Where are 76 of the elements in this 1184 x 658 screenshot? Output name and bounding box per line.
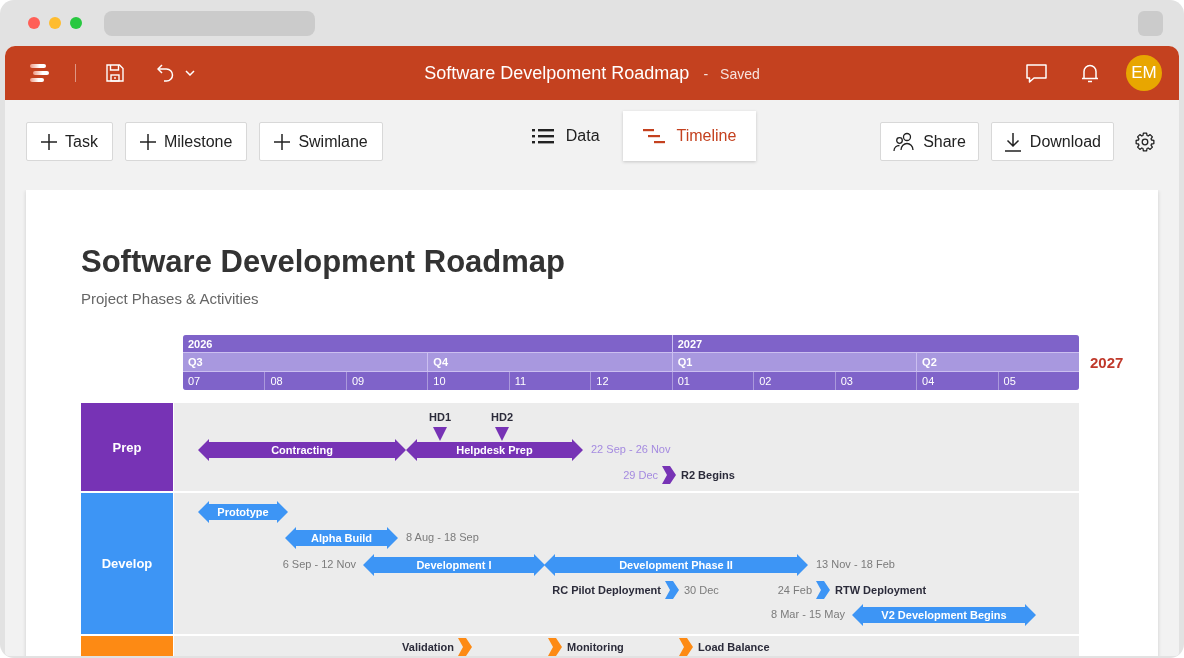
settings-icon[interactable] (1135, 131, 1155, 152)
view-tab[interactable]: Timeline (622, 111, 757, 161)
chevron-icon (458, 638, 472, 656)
date-label: 22 Sep - 26 Nov (591, 443, 671, 456)
triangle-icon (433, 427, 447, 441)
add-button[interactable]: Milestone (124, 122, 248, 161)
bell-icon[interactable] (1081, 63, 1099, 83)
logo-icon[interactable] (30, 64, 49, 82)
date-label: 6 Sep - 12 Nov (282, 558, 356, 571)
date-label: 8 Mar - 15 May (771, 608, 845, 621)
swimlane-header: Develop (81, 493, 173, 634)
timeline-month: 08 (264, 372, 346, 390)
year-label: 2027 (1090, 354, 1124, 371)
timeline-year: 2026 (183, 335, 672, 352)
timeline-month: 09 (345, 372, 428, 390)
date-label: 29 Dec (623, 468, 658, 482)
chevron-icon (816, 581, 830, 599)
task-bar: Alpha Build (285, 527, 398, 549)
timeline-year: 2027 (671, 335, 1079, 352)
title-separator: - (703, 65, 709, 82)
add-button[interactable]: Task (26, 122, 113, 161)
task-bar: V2 Development Begins (852, 604, 1036, 626)
caret-icon[interactable] (185, 70, 195, 76)
download-button[interactable]: Download (990, 122, 1114, 161)
timeline-month: 03 (834, 372, 917, 390)
timeline-month: 07 (183, 372, 265, 390)
people-icon (893, 131, 916, 152)
chevron-icon (679, 638, 693, 656)
date-label: 30 Dec (684, 583, 719, 597)
save-icon[interactable] (106, 64, 124, 82)
list-icon (531, 128, 554, 144)
timeline-month: 05 (997, 372, 1079, 390)
milestone-label: R2 Begins (681, 468, 735, 482)
timeline-quarter: Q1 (671, 353, 917, 371)
share-button[interactable]: Share (880, 122, 979, 161)
view-tab[interactable]: Data (511, 111, 620, 161)
timeline-quarter: Q4 (427, 353, 672, 371)
task-bar: Contracting (198, 439, 406, 461)
download-icon (1003, 131, 1022, 152)
comment-icon[interactable] (1026, 63, 1047, 83)
task-bar: Development Phase II (544, 554, 808, 576)
timeline-month: 10 (427, 372, 509, 390)
timeline-month: 04 (916, 372, 998, 390)
triangle-icon (495, 427, 509, 441)
chevron-icon (665, 581, 679, 599)
milestone-label: Validation (402, 640, 454, 654)
milestone-label: Monitoring (567, 640, 624, 654)
milestone-label: RC Pilot Deployment (552, 583, 661, 597)
roadmap-subtitle: Project Phases & Activities (81, 290, 260, 308)
undo-icon[interactable] (157, 64, 174, 82)
task-bar: Prototype (198, 501, 288, 523)
timeline-month: 01 (671, 372, 754, 390)
swimlane-header: Prep (81, 403, 173, 491)
timeline-month: 02 (753, 372, 835, 390)
roadmap-title: Software Development Roadmap (81, 244, 567, 280)
plus-icon (41, 133, 57, 150)
save-status: Saved (720, 65, 760, 82)
timeline-icon (642, 128, 665, 144)
milestone-label: RTW Deployment (835, 583, 927, 597)
timeline-quarter: Q3 (183, 353, 428, 371)
timeline-month: 12 (590, 372, 672, 390)
plus-icon (139, 133, 156, 150)
task-bar: Development I (363, 554, 545, 576)
milestone-label: Load Balance (698, 640, 770, 654)
document-title: Software Develpoment Roadmap (424, 62, 690, 84)
chevron-icon (662, 466, 676, 484)
chevron-icon (548, 638, 562, 656)
date-label: 8 Aug - 18 Sep (406, 531, 479, 544)
marker-label: HD2 (491, 410, 513, 425)
date-label: 24 Feb (777, 583, 812, 597)
date-label: 13 Nov - 18 Feb (816, 558, 895, 571)
plus-icon (274, 133, 291, 150)
add-button[interactable]: Swimlane (259, 122, 383, 161)
marker-label: HD1 (429, 410, 451, 425)
timeline-month: 11 (508, 372, 591, 390)
timeline-quarter: Q2 (916, 353, 1079, 371)
